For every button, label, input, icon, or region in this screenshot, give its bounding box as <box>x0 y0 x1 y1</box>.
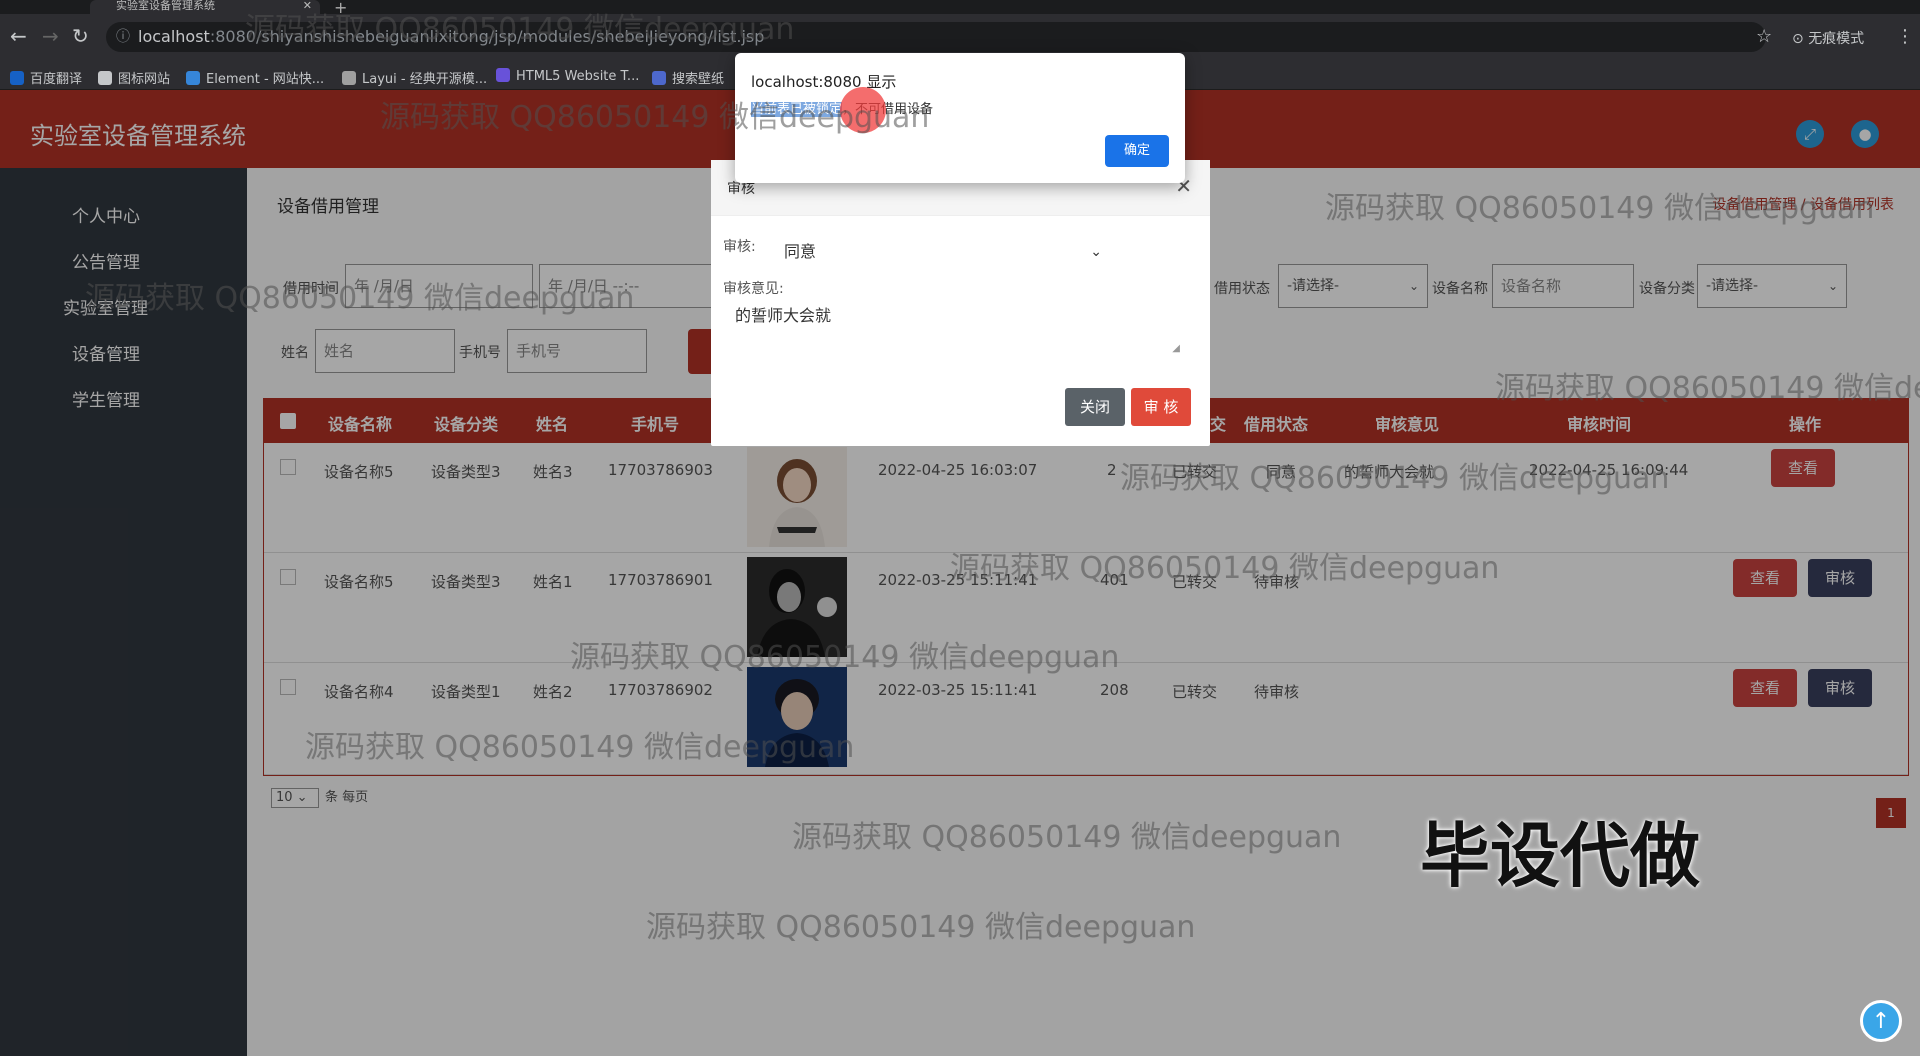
alert-message-highlight: 当前表已被锁定 <box>751 102 843 117</box>
opinion-textarea[interactable]: 的誓师大会就 ◢ <box>721 296 1186 358</box>
opinion-text: 的誓师大会就 <box>735 306 832 325</box>
audit-submit-button[interactable]: 审 核 <box>1131 388 1191 426</box>
close-button[interactable]: 关闭 <box>1065 388 1125 426</box>
audit-label: 审核: <box>723 239 756 255</box>
alert-title: localhost:8080 显示 <box>751 73 897 91</box>
audit-select-value: 同意 <box>784 242 817 261</box>
audit-modal: 审核 ✕ 审核: 同意 ⌄ 审核意见: 的誓师大会就 ◢ 关闭 审 核 <box>711 160 1210 446</box>
alert-ok-button[interactable]: 确定 <box>1105 135 1169 167</box>
opinion-label: 审核意见: <box>723 281 784 297</box>
chevron-down-icon: ⌄ <box>1090 244 1102 260</box>
resize-grip-icon[interactable]: ◢ <box>1172 343 1180 354</box>
click-indicator <box>840 87 886 133</box>
scroll-top-icon[interactable]: ↑ <box>1860 1000 1902 1042</box>
stamp-text: 毕设代做 <box>1420 815 1700 897</box>
audit-select[interactable]: 同意 ⌄ <box>768 230 1118 274</box>
alert-dialog: localhost:8080 显示 当前表已被锁定，不可借用设备 确定 <box>735 53 1185 183</box>
